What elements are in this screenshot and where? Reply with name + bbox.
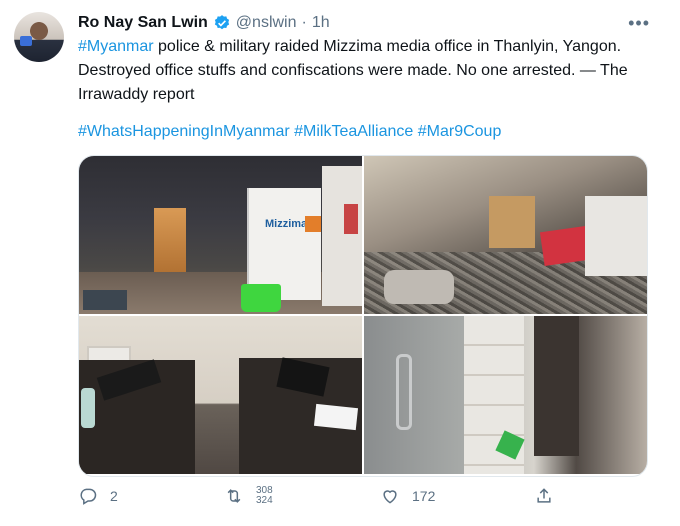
white-cabinet xyxy=(585,196,647,276)
tweet-time[interactable]: 1h xyxy=(312,14,330,32)
tweet-header: Ro Nay San Lwin @nslwin · 1h xyxy=(78,12,330,34)
door xyxy=(154,208,186,272)
verified-badge-icon xyxy=(214,15,229,30)
wall-panel xyxy=(322,166,362,306)
paper-sheet xyxy=(313,403,359,431)
share-icon xyxy=(537,488,551,503)
reply-button[interactable]: 2 xyxy=(78,486,118,506)
cardboard-box xyxy=(489,196,535,248)
green-bucket xyxy=(241,284,281,312)
retweet-icon xyxy=(227,489,241,503)
media-grid: Mizzima xyxy=(78,155,648,477)
avatar[interactable] xyxy=(14,12,64,62)
share-button[interactable] xyxy=(534,486,554,506)
tweet-text: #Myanmar police & military raided Mizzim… xyxy=(78,35,638,107)
action-bar: 2 308 324 172 xyxy=(78,486,658,516)
water-bottle xyxy=(81,388,95,428)
reply-count: 2 xyxy=(110,488,118,504)
like-count: 172 xyxy=(412,488,436,504)
photo-office-banner[interactable]: Mizzima xyxy=(79,156,362,314)
door-handle xyxy=(396,354,412,430)
more-dots-icon[interactable]: ••• xyxy=(628,13,650,34)
banner-logo-mark xyxy=(305,216,321,232)
red-sign xyxy=(344,204,358,234)
tweet-text-body: police & military raided Mizzima media o… xyxy=(78,38,628,103)
photo-desks[interactable] xyxy=(79,316,362,474)
meta-separator: · xyxy=(301,14,307,31)
retweet-count-bottom: 324 xyxy=(256,495,273,506)
microphone-graphic xyxy=(20,36,32,46)
like-button[interactable]: 172 xyxy=(380,486,435,506)
plastic-bag xyxy=(384,270,454,304)
hashtag[interactable]: #Mar9Coup xyxy=(418,123,502,140)
retweet-count: 308 324 xyxy=(256,486,273,506)
tweet: Ro Nay San Lwin @nslwin · 1h ••• #Myanma… xyxy=(0,0,680,526)
hallway xyxy=(534,316,579,456)
author-name[interactable]: Ro Nay San Lwin xyxy=(78,14,208,32)
retweet-button[interactable]: 308 324 xyxy=(224,486,273,506)
hashtag[interactable]: #MilkTeaAlliance xyxy=(294,123,413,140)
heart-icon xyxy=(383,490,397,504)
author-handle[interactable]: @nslwin xyxy=(236,14,297,32)
photo-door-lockers[interactable] xyxy=(364,316,647,474)
photo-cables[interactable] xyxy=(364,156,647,314)
reply-icon xyxy=(80,488,97,505)
hashtag-line: #WhatsHappeningInMyanmar #MilkTeaAllianc… xyxy=(78,120,501,144)
hashtag[interactable]: #WhatsHappeningInMyanmar xyxy=(78,123,290,140)
banner-logo-text: Mizzima xyxy=(265,218,308,230)
floor-mat xyxy=(83,290,127,310)
hashtag-myanmar[interactable]: #Myanmar xyxy=(78,38,154,55)
